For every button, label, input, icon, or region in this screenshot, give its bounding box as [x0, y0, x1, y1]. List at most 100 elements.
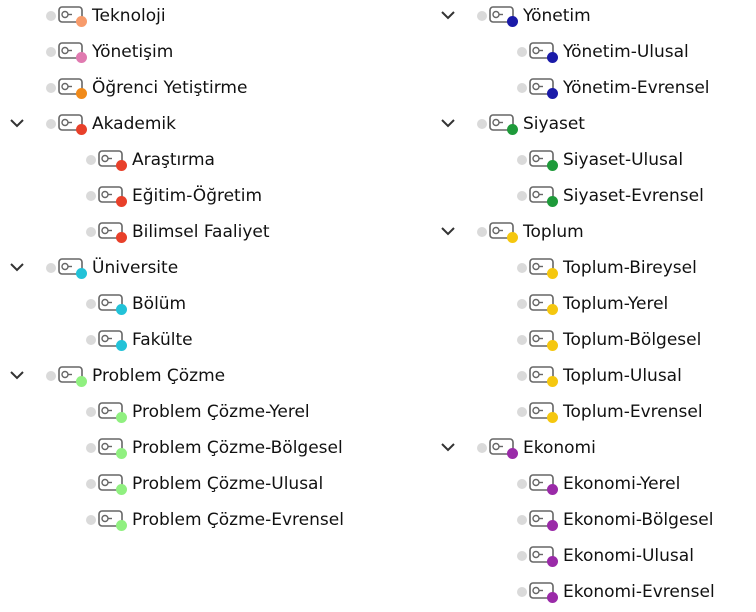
color-dot-icon	[547, 340, 558, 351]
tree-node[interactable]: Yönetim-Ulusal	[517, 40, 689, 64]
tree-item-label: Siyaset-Ulusal	[563, 150, 684, 170]
tree-node[interactable]: Toplum-Evrensel	[517, 400, 703, 424]
tag-icon	[58, 77, 87, 99]
tree-item-ekonomi-ulusal[interactable]: Ekonomi-Ulusal	[437, 540, 756, 576]
status-circle-icon	[86, 479, 96, 489]
tree-node[interactable]: Problem Çözme-Yerel	[86, 400, 310, 424]
color-dot-icon	[116, 412, 127, 423]
tree-item-problem-çözme-ulusal[interactable]: Problem Çözme-Ulusal	[0, 468, 420, 504]
chevron-down-icon[interactable]	[437, 4, 459, 26]
tree-item-label: Araştırma	[132, 150, 215, 170]
tree-item-toplum-evrensel[interactable]: Toplum-Evrensel	[437, 396, 756, 432]
tree-node[interactable]: Ekonomi-Evrensel	[517, 580, 715, 604]
tree-item-problem-çözme-evrensel[interactable]: Problem Çözme-Evrensel	[0, 504, 420, 540]
status-circle-icon	[46, 47, 56, 57]
tree-node[interactable]: Toplum-Bölgesel	[517, 328, 701, 352]
tree-item-ekonomi-yerel[interactable]: Ekonomi-Yerel	[437, 468, 756, 504]
tree-node[interactable]: Üniversite	[46, 256, 178, 280]
tree-item-toplum-ulusal[interactable]: Toplum-Ulusal	[437, 360, 756, 396]
tree-node[interactable]: Siyaset	[477, 112, 585, 136]
chevron-down-icon[interactable]	[6, 256, 28, 278]
tree-item-label: Üniversite	[92, 258, 179, 278]
color-dot-icon	[76, 52, 87, 63]
tree-item-problem-çözme-yerel[interactable]: Problem Çözme-Yerel	[0, 396, 420, 432]
tree-node[interactable]: Toplum-Bireysel	[517, 256, 697, 280]
status-circle-icon	[46, 83, 56, 93]
tree-item-yönetim-evrensel[interactable]: Yönetim-Evrensel	[437, 72, 756, 108]
tree-item-üniversite[interactable]: Üniversite	[0, 252, 420, 288]
tree-item-label: Akademik	[92, 114, 176, 134]
tree-item-akademik[interactable]: Akademik	[0, 108, 420, 144]
tree-node[interactable]: Problem Çözme-Evrensel	[86, 508, 344, 532]
tree-node[interactable]: Eğitim-Öğretim	[86, 184, 262, 208]
status-circle-icon	[86, 443, 96, 453]
tree-item-toplum-bölgesel[interactable]: Toplum-Bölgesel	[437, 324, 756, 360]
tree-node[interactable]: Ekonomi	[477, 436, 596, 460]
status-circle-icon	[517, 299, 527, 309]
tree-item-yönetim[interactable]: Yönetim	[437, 0, 756, 36]
tree-node[interactable]: Yönetişim	[46, 40, 173, 64]
tree-node[interactable]: Teknoloji	[46, 4, 166, 28]
tree-item-toplum-bireysel[interactable]: Toplum-Bireysel	[437, 252, 756, 288]
tree-node[interactable]: Araştırma	[86, 148, 215, 172]
tree-node[interactable]: Yönetim	[477, 4, 591, 28]
chevron-down-icon[interactable]	[437, 112, 459, 134]
tree-item-siyaset[interactable]: Siyaset	[437, 108, 756, 144]
tree-item-ekonomi-bölgesel[interactable]: Ekonomi-Bölgesel	[437, 504, 756, 540]
tree-item-yönetim-ulusal[interactable]: Yönetim-Ulusal	[437, 36, 756, 72]
tree-item-label: Problem Çözme	[92, 366, 226, 386]
tree-item-siyaset-ulusal[interactable]: Siyaset-Ulusal	[437, 144, 756, 180]
tree-node[interactable]: Fakülte	[86, 328, 193, 352]
tree-node[interactable]: Problem Çözme-Bölgesel	[86, 436, 343, 460]
color-dot-icon	[547, 52, 558, 63]
status-circle-icon	[477, 11, 487, 21]
tree-node[interactable]: Yönetim-Evrensel	[517, 76, 710, 100]
tree-node[interactable]: Siyaset-Ulusal	[517, 148, 683, 172]
tree-item-bilimsel-faaliyet[interactable]: Bilimsel Faaliyet	[0, 216, 420, 252]
tag-icon	[98, 185, 127, 207]
tree-item-eğitim-öğretim[interactable]: Eğitim-Öğretim	[0, 180, 420, 216]
tree-node[interactable]: Ekonomi-Yerel	[517, 472, 680, 496]
tree-item-toplum-yerel[interactable]: Toplum-Yerel	[437, 288, 756, 324]
tree-node[interactable]: Öğrenci Yetiştirme	[46, 76, 247, 100]
chevron-down-icon[interactable]	[437, 220, 459, 242]
tree-item-siyaset-evrensel[interactable]: Siyaset-Evrensel	[437, 180, 756, 216]
tree-node[interactable]: Ekonomi-Bölgesel	[517, 508, 713, 532]
tree-item-fakülte[interactable]: Fakülte	[0, 324, 420, 360]
tree-item-problem-çözme-bölgesel[interactable]: Problem Çözme-Bölgesel	[0, 432, 420, 468]
tree-node[interactable]: Problem Çözme-Ulusal	[86, 472, 323, 496]
tree-node[interactable]: Bilimsel Faaliyet	[86, 220, 270, 244]
tree-item-öğrenci-yetiştirme[interactable]: Öğrenci Yetiştirme	[0, 72, 420, 108]
chevron-down-icon[interactable]	[6, 364, 28, 386]
tree-node[interactable]: Akademik	[46, 112, 176, 136]
tree-item-ekonomi-evrensel[interactable]: Ekonomi-Evrensel	[437, 576, 756, 612]
tree-item-label: Yönetim-Evrensel	[563, 78, 710, 98]
status-circle-icon	[86, 335, 96, 345]
tree-item-bölüm[interactable]: Bölüm	[0, 288, 420, 324]
color-dot-icon	[116, 304, 127, 315]
tree-node[interactable]: Siyaset-Evrensel	[517, 184, 704, 208]
color-dot-icon	[76, 268, 87, 279]
tree-node[interactable]: Problem Çözme	[46, 364, 225, 388]
color-dot-icon	[547, 268, 558, 279]
tree-node[interactable]: Toplum	[477, 220, 584, 244]
tag-icon	[529, 149, 558, 171]
status-circle-icon	[46, 11, 56, 21]
tree-item-label: Yönetim-Ulusal	[563, 42, 689, 62]
tree-item-label: Problem Çözme-Ulusal	[132, 474, 324, 494]
tag-icon	[529, 401, 558, 423]
tree-node[interactable]: Ekonomi-Ulusal	[517, 544, 694, 568]
tree-item-araştırma[interactable]: Araştırma	[0, 144, 420, 180]
tree-item-yönetişim[interactable]: Yönetişim	[0, 36, 420, 72]
tree-node[interactable]: Toplum-Yerel	[517, 292, 668, 316]
chevron-down-icon[interactable]	[437, 436, 459, 458]
tree-node[interactable]: Bölüm	[86, 292, 186, 316]
tree-item-ekonomi[interactable]: Ekonomi	[437, 432, 756, 468]
tree-item-teknoloji[interactable]: Teknoloji	[0, 0, 420, 36]
status-circle-icon	[517, 155, 527, 165]
tag-icon	[529, 545, 558, 567]
tree-item-toplum[interactable]: Toplum	[437, 216, 756, 252]
tree-node[interactable]: Toplum-Ulusal	[517, 364, 682, 388]
tree-item-problem-çözme[interactable]: Problem Çözme	[0, 360, 420, 396]
chevron-down-icon[interactable]	[6, 112, 28, 134]
